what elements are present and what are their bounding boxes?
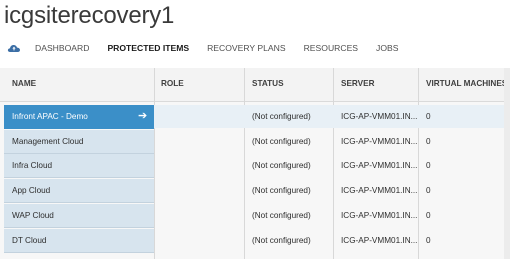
tab-recovery-plans[interactable]: RECOVERY PLANS	[198, 43, 295, 53]
tab-jobs[interactable]: JOBS	[367, 43, 407, 53]
row-name: App Cloud	[12, 186, 51, 195]
top-nav: DASHBOARD PROTECTED ITEMS RECOVERY PLANS…	[0, 38, 510, 58]
protected-items-grid: NAME ROLE STATUS SERVER VIRTUAL MACHINES…	[0, 68, 510, 259]
row-name: Infront APAC - Demo	[12, 112, 88, 121]
table-row[interactable]: WAP Cloud (Not configured) ICG-AP-VMM01.…	[4, 204, 510, 228]
column-header-name[interactable]: NAME	[12, 79, 36, 88]
table-row[interactable]: Management Cloud (Not configured) ICG-AP…	[4, 130, 510, 154]
row-status: (Not configured)	[252, 161, 311, 170]
table-row[interactable]: DT Cloud (Not configured) ICG-AP-VMM01.I…	[4, 229, 510, 253]
row-vms: 0	[426, 137, 431, 146]
tab-protected-items[interactable]: PROTECTED ITEMS	[98, 43, 198, 53]
grid-header: NAME ROLE STATUS SERVER VIRTUAL MACHINES	[0, 68, 510, 102]
row-server: ICG-AP-VMM01.IN...	[341, 112, 418, 121]
row-name: Management Cloud	[12, 137, 84, 146]
row-status: (Not configured)	[252, 112, 311, 121]
row-name: Infra Cloud	[12, 161, 53, 170]
page-title: icgsiterecovery1	[4, 2, 175, 29]
row-vms: 0	[426, 211, 431, 220]
row-name: DT Cloud	[12, 236, 47, 245]
row-status: (Not configured)	[252, 186, 311, 195]
arrow-right-icon[interactable]: ➔	[138, 110, 147, 122]
row-status: (Not configured)	[252, 211, 311, 220]
row-vms: 0	[426, 236, 431, 245]
column-header-role[interactable]: ROLE	[161, 79, 184, 88]
vertical-scrollbar[interactable]	[504, 68, 510, 259]
table-row[interactable]: App Cloud (Not configured) ICG-AP-VMM01.…	[4, 179, 510, 203]
row-highlight	[154, 105, 510, 128]
row-vms: 0	[426, 161, 431, 170]
row-server: ICG-AP-VMM01.IN...	[341, 161, 418, 170]
row-server: ICG-AP-VMM01.IN...	[341, 186, 418, 195]
column-header-status[interactable]: STATUS	[252, 79, 284, 88]
row-server: ICG-AP-VMM01.IN...	[341, 211, 418, 220]
table-row[interactable]: Infront APAC - Demo ➔ (Not configured) I…	[4, 105, 510, 129]
cloud-icon[interactable]	[2, 43, 26, 53]
row-vms: 0	[426, 112, 431, 121]
row-vms: 0	[426, 186, 431, 195]
table-row[interactable]: Infra Cloud (Not configured) ICG-AP-VMM0…	[4, 154, 510, 178]
column-header-virtual-machines[interactable]: VIRTUAL MACHINES	[426, 79, 507, 88]
row-status: (Not configured)	[252, 137, 311, 146]
tab-dashboard[interactable]: DASHBOARD	[26, 43, 98, 53]
row-server: ICG-AP-VMM01.IN...	[341, 137, 418, 146]
row-status: (Not configured)	[252, 236, 311, 245]
row-name: WAP Cloud	[12, 211, 54, 220]
tab-resources[interactable]: RESOURCES	[295, 43, 367, 53]
column-header-server[interactable]: SERVER	[341, 79, 375, 88]
row-server: ICG-AP-VMM01.IN...	[341, 236, 418, 245]
